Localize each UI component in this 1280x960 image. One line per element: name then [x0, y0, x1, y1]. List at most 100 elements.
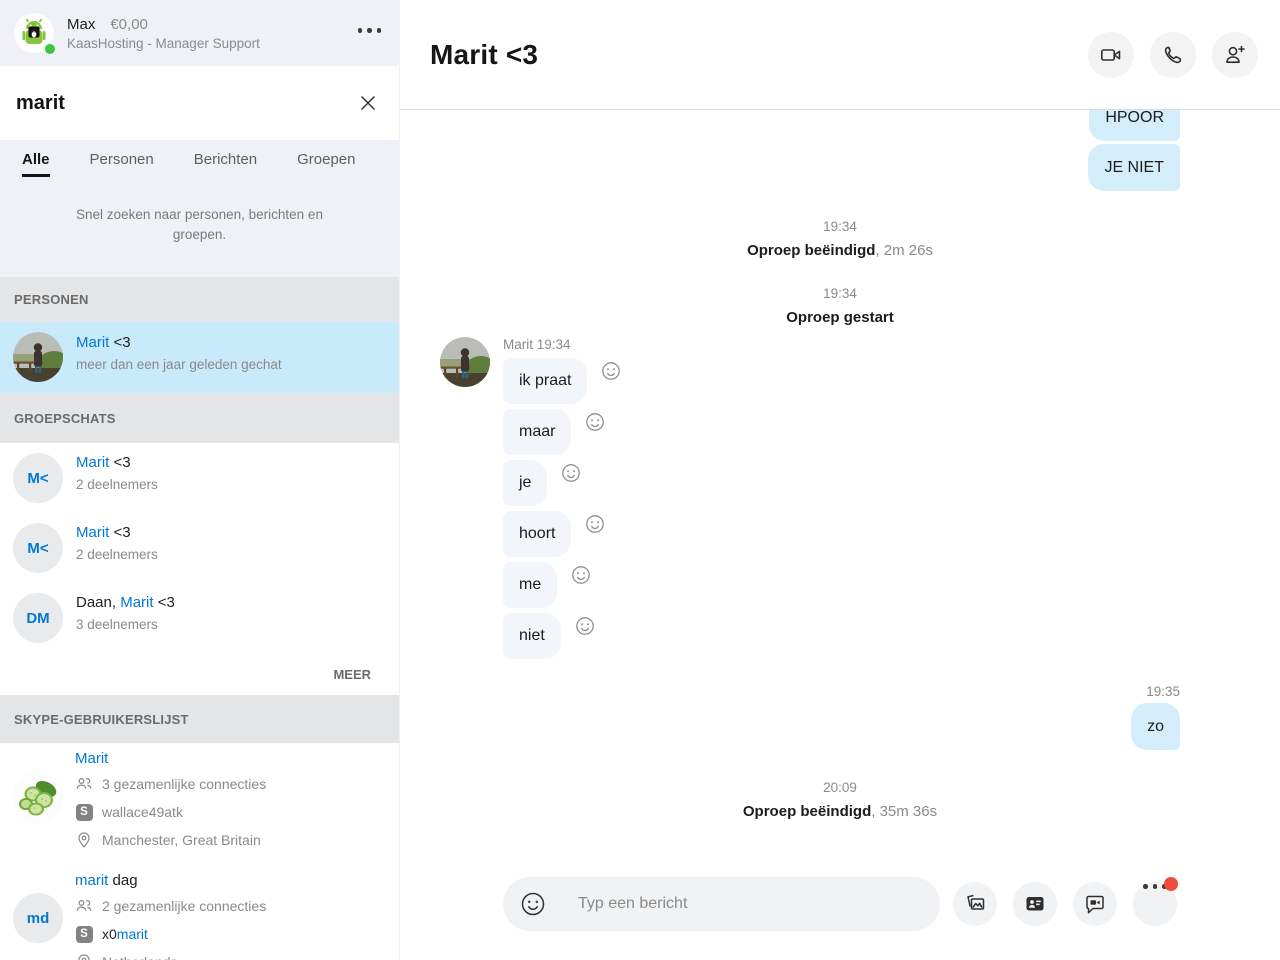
tab-personen[interactable]: Personen [90, 151, 154, 174]
message-bubble-incoming[interactable]: ik praat [503, 358, 587, 404]
skype-credit-balance[interactable]: €0,00 [110, 16, 148, 33]
online-status-dot [43, 42, 57, 56]
message-history[interactable]: HPOOR JE NIET 19:34 Oproep beëindigd, 2m… [400, 110, 1280, 875]
notification-dot [1164, 877, 1178, 891]
incoming-message-group: Marit 19:34 ik praat maar je hoort [400, 337, 1280, 664]
profile-avatar[interactable] [14, 13, 54, 53]
search-clear-icon[interactable] [357, 92, 379, 114]
search-bar: marit [0, 66, 399, 140]
location-row: Manchester, Great Britain [75, 826, 399, 854]
add-person-button[interactable] [1212, 32, 1258, 78]
message-author-timestamp: Marit 19:34 [503, 337, 622, 352]
conversation-panel: Marit <3 HPOOR JE NIET 19:34 [400, 0, 1280, 960]
tab-groepen[interactable]: Groepen [297, 151, 355, 174]
emoji-picker-icon[interactable] [519, 890, 547, 918]
search-input[interactable]: marit [16, 92, 357, 115]
skype-id-icon: S [76, 804, 93, 821]
section-header-gebruikerslijst: SKYPE-GEBRUIKERSLIJST [0, 695, 399, 743]
call-event: Oproep gestart [400, 309, 1280, 326]
profile-mood-message: KaasHosting - Manager Support [67, 36, 356, 51]
marit-photo-avatar [13, 332, 63, 382]
location-text: Netherlands [102, 954, 178, 960]
message-bubble-incoming[interactable]: je [503, 460, 547, 506]
group-initials-avatar: DM [13, 593, 63, 643]
message-bubble-incoming[interactable]: maar [503, 409, 571, 455]
search-result-group-1[interactable]: M< Marit <3 2 deelnemers [0, 443, 399, 513]
add-reaction-icon[interactable] [570, 564, 592, 586]
user-initials-avatar: md [13, 893, 63, 943]
tab-berichten[interactable]: Berichten [194, 151, 257, 174]
incoming-message-row: niet [503, 613, 622, 659]
search-result-group-3[interactable]: DM Daan, Marit <3 3 deelnemers [0, 583, 399, 653]
section-header-personen: PERSONEN [0, 277, 399, 322]
directory-result-2[interactable]: md marit dag 2 gezamenlijke connecties S… [0, 865, 399, 960]
skype-id-row: S x0marit [75, 920, 399, 948]
incoming-message-row: maar [503, 409, 622, 455]
location-pin-icon [75, 953, 93, 960]
message-bubble-outgoing[interactable]: HPOOR [1089, 110, 1180, 141]
section-header-groepschats: GROEPSCHATS [0, 393, 399, 443]
message-composer: Typ een bericht [400, 875, 1280, 960]
sidebar: Max €0,00 KaasHosting - Manager Support … [0, 0, 400, 960]
message-bubble-incoming[interactable]: niet [503, 613, 561, 659]
skype-id-text: wallace49atk [102, 804, 183, 820]
search-filter-tabs: Alle Personen Berichten Groepen [0, 140, 399, 190]
user-name: Marit [75, 750, 399, 767]
search-result-person-marit[interactable]: Marit <3 meer dan een jaar geleden gecha… [0, 322, 399, 393]
add-reaction-icon[interactable] [560, 462, 582, 484]
mutual-connections-icon [75, 897, 93, 915]
show-more-link[interactable]: MEER [0, 653, 399, 695]
outgoing-timestamp: 19:35 [400, 684, 1280, 699]
group-initials-avatar: M< [13, 453, 63, 503]
incoming-message-row: je [503, 460, 622, 506]
profile-text: Max €0,00 KaasHosting - Manager Support [67, 16, 356, 51]
user-name: marit dag [75, 872, 399, 889]
mutual-connections-text: 2 gezamenlijke connecties [102, 898, 266, 914]
location-pin-icon [75, 831, 93, 849]
tab-alle[interactable]: Alle [22, 151, 50, 177]
incoming-message-row: hoort [503, 511, 622, 557]
result-title: Daan, Marit <3 [76, 594, 399, 611]
mutual-connections-row: 2 gezamenlijke connecties [75, 892, 399, 920]
search-result-group-2[interactable]: M< Marit <3 2 deelnemers [0, 513, 399, 583]
profile-header: Max €0,00 KaasHosting - Manager Support [0, 0, 399, 66]
send-contact-button[interactable] [1013, 882, 1057, 926]
profile-name: Max [67, 16, 95, 33]
skype-id-row: S wallace49atk [75, 798, 399, 826]
location-row: Netherlands [75, 948, 399, 960]
outgoing-message-row: zo [400, 703, 1280, 750]
sender-avatar[interactable] [440, 337, 490, 387]
call-event: Oproep beëindigd, 35m 36s [400, 803, 1280, 820]
add-reaction-icon[interactable] [584, 411, 606, 433]
add-reaction-icon[interactable] [574, 615, 596, 637]
message-bubble-outgoing[interactable]: JE NIET [1088, 144, 1180, 191]
message-input[interactable]: Typ een bericht [503, 877, 940, 931]
message-bubble-incoming[interactable]: me [503, 562, 557, 608]
add-reaction-icon[interactable] [584, 513, 606, 535]
message-bubble-outgoing[interactable]: zo [1131, 703, 1180, 750]
more-options-button[interactable] [1133, 882, 1177, 926]
chat-title[interactable]: Marit <3 [430, 39, 1072, 71]
video-message-button[interactable] [1073, 882, 1117, 926]
result-subtitle: 2 deelnemers [76, 547, 399, 562]
message-input-placeholder: Typ een bericht [578, 895, 687, 913]
mutual-connections-icon [75, 775, 93, 793]
result-title: Marit <3 [76, 334, 399, 351]
profile-more-menu-icon[interactable] [356, 26, 384, 35]
group-initials-avatar: M< [13, 523, 63, 573]
video-call-button[interactable] [1088, 32, 1134, 78]
audio-call-button[interactable] [1150, 32, 1196, 78]
system-timestamp: 19:34 [400, 286, 1280, 301]
mutual-connections-text: 3 gezamenlijke connecties [102, 776, 266, 792]
search-hint-text: Snel zoeken naar personen, berichten en … [0, 190, 399, 277]
message-bubble-incoming[interactable]: hoort [503, 511, 571, 557]
call-event: Oproep beëindigd, 2m 26s [400, 242, 1280, 259]
skype-id-text: x0marit [102, 926, 148, 942]
incoming-message-row: me [503, 562, 622, 608]
outgoing-message-row: HPOOR [400, 110, 1280, 141]
send-media-button[interactable] [953, 882, 997, 926]
add-reaction-icon[interactable] [600, 360, 622, 382]
mutual-connections-row: 3 gezamenlijke connecties [75, 770, 399, 798]
directory-result-1[interactable]: Marit 3 gezamenlijke connecties S wallac… [0, 743, 399, 865]
cucumber-avatar [13, 773, 63, 823]
